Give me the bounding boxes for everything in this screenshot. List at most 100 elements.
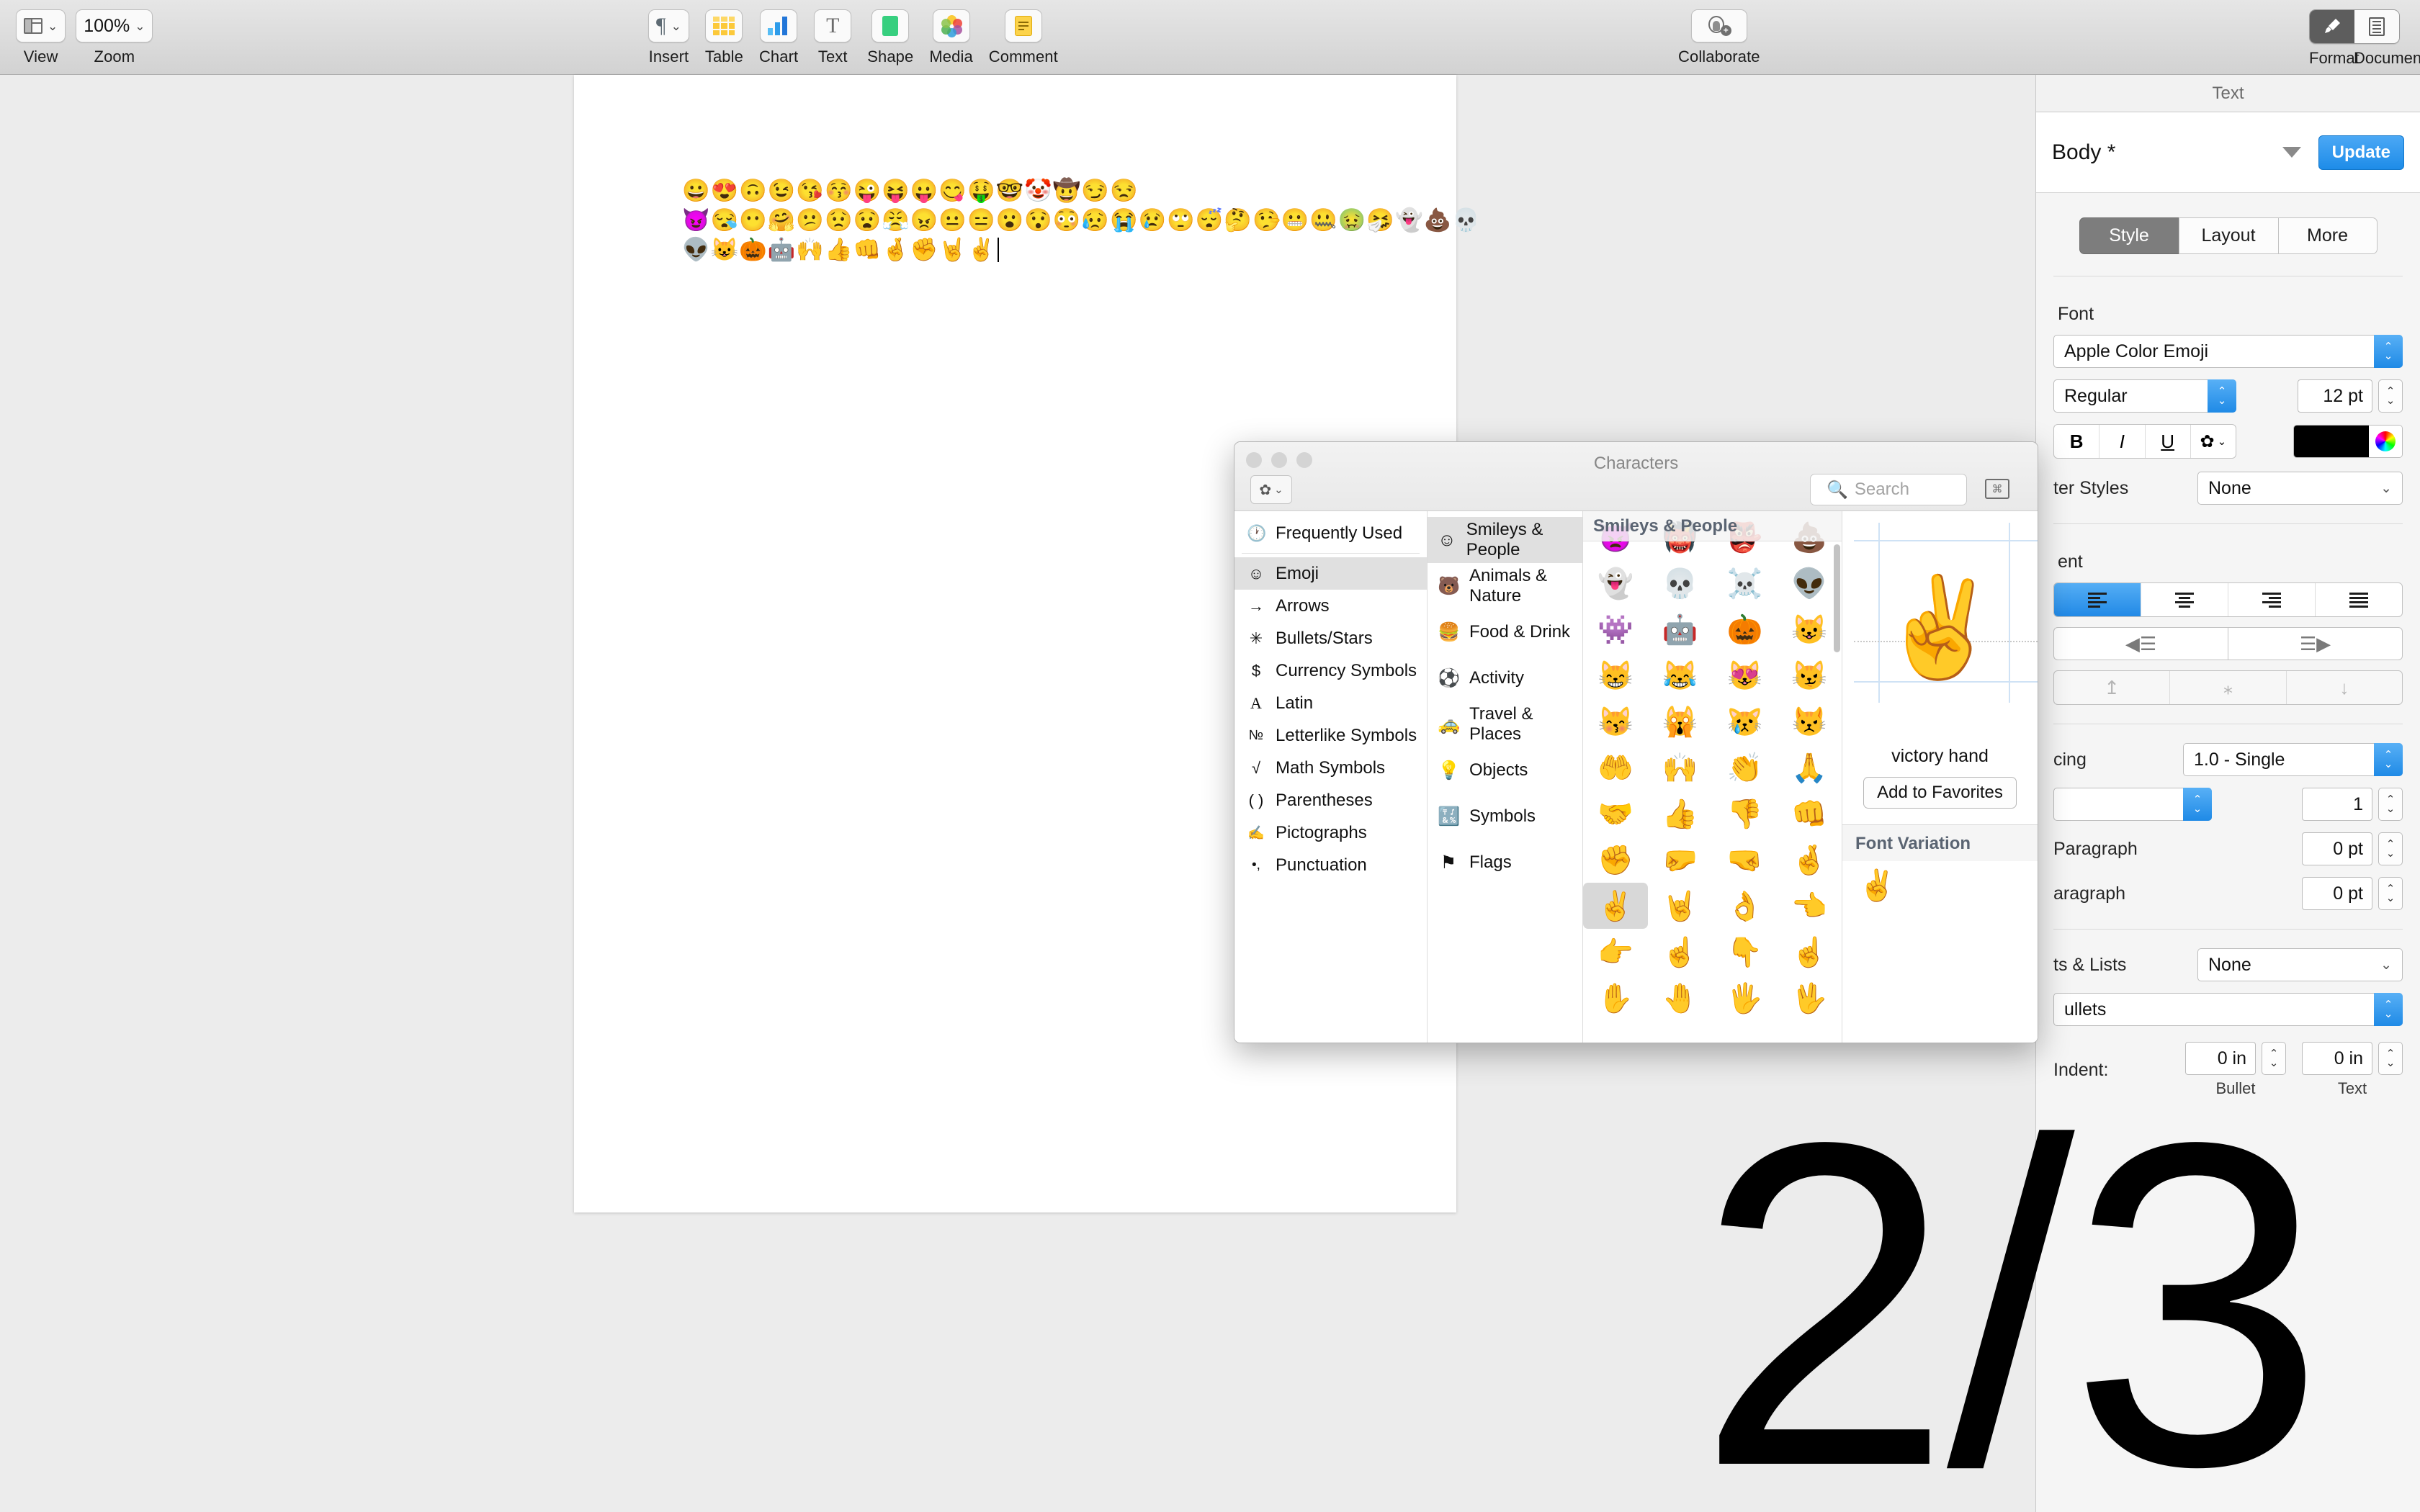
chevron-down-icon[interactable]	[2282, 147, 2301, 158]
emoji-cell[interactable]: 👍	[1648, 791, 1713, 837]
search-input[interactable]: 🔍 Search	[1810, 474, 1967, 505]
emoji-cell[interactable]: ☠️	[1713, 560, 1778, 606]
indent-button[interactable]: ☰▶	[2228, 627, 2403, 660]
category-list[interactable]: 🕐 Frequently Used ☺ Emoji → Arrows ✳ Bul…	[1234, 511, 1428, 1043]
subcategory-activity[interactable]: ⚽ Activity	[1428, 655, 1582, 701]
emoji-cell[interactable]: 🙌	[1648, 744, 1713, 791]
spacing-amount-stepper[interactable]: ⌃⌄	[2378, 788, 2403, 821]
chart-button[interactable]	[760, 9, 797, 42]
spacing-mode-select[interactable]: ⌃⌄	[2053, 788, 2212, 821]
text-indent-stepper[interactable]: ⌃⌄	[2378, 1042, 2403, 1075]
media-button-item[interactable]: Media	[929, 0, 972, 66]
category-math-symbols[interactable]: √ Math Symbols	[1234, 752, 1427, 784]
subcategory-food-drink[interactable]: 🍔 Food & Drink	[1428, 609, 1582, 655]
subcategory-smileys-people[interactable]: ☺ Smileys & People	[1428, 517, 1582, 563]
emoji-cell[interactable]: 💀	[1648, 560, 1713, 606]
document-text-body[interactable]: 😀😍🙃😉😘😚😜😝😛😋🤑🤓🤡🤠😏😒 😈😪😶🤗😕😟😧😤😠😐😑😮😯😳😥😭😢🙄😴🤔🤥😬🤐…	[682, 176, 1402, 264]
align-middle-button[interactable]: ⁎	[2170, 671, 2286, 704]
underline-button[interactable]: U	[2146, 425, 2191, 458]
text-color-swatch[interactable]	[2294, 426, 2369, 457]
view-button[interactable]: ⌄	[16, 9, 66, 42]
zoom-button[interactable]: 100% ⌄	[76, 9, 153, 42]
font-options-button[interactable]: ✿⌄	[2191, 425, 2236, 458]
align-left-button[interactable]	[2054, 583, 2141, 616]
emoji-cell[interactable]: ✊	[1583, 837, 1648, 883]
before-paragraph-stepper[interactable]: ⌃⌄	[2378, 832, 2403, 865]
emoji-cell[interactable]: 👎	[1713, 791, 1778, 837]
action-gear-button[interactable]: ✿ ⌄	[1250, 475, 1292, 504]
emoji-cell[interactable]: 😼	[1777, 652, 1842, 698]
emoji-cell[interactable]: 😻	[1713, 652, 1778, 698]
emoji-cell[interactable]: 🙏	[1777, 744, 1842, 791]
add-to-favorites-button[interactable]: Add to Favorites	[1863, 777, 2017, 809]
subcategory-flags[interactable]: ⚑ Flags	[1428, 840, 1582, 886]
font-weight-select[interactable]: Regular ⌃⌄	[2053, 379, 2236, 413]
emoji-cell[interactable]: 😸	[1583, 652, 1648, 698]
collaborate-button-item[interactable]: + Collaborate	[1678, 0, 1760, 66]
emoji-cell[interactable]: 🙀	[1648, 698, 1713, 744]
text-color-control[interactable]	[2293, 425, 2403, 458]
emoji-cell[interactable]: 😺	[1777, 606, 1842, 652]
insert-button-item[interactable]: ¶ ⌄ Insert	[648, 0, 689, 66]
tab-more[interactable]: More	[2278, 217, 2378, 254]
view-button-item[interactable]: ⌄ View	[16, 0, 66, 66]
table-button-item[interactable]: Table	[705, 0, 743, 66]
shape-button-item[interactable]: Shape	[867, 0, 913, 66]
category-currency-symbols[interactable]: $ Currency Symbols	[1234, 654, 1427, 687]
emoji-grid[interactable]: 👿👹👺💩👻💀☠️👽👾🤖🎃😺😸😹😻😼😽🙀😿😾🤲🙌👏🙏🤝👍👎👊✊🤛🤜🤞✌️🤘👌👈👉☝…	[1583, 514, 1842, 1021]
emoji-cell[interactable]: ☝️	[1648, 929, 1713, 975]
stepper-icon[interactable]: ⌃⌄	[2374, 743, 2403, 776]
zoom-button-item[interactable]: 100% ⌄ Zoom	[76, 0, 153, 66]
emoji-cell[interactable]: 😹	[1648, 652, 1713, 698]
category-bullets-stars[interactable]: ✳ Bullets/Stars	[1234, 622, 1427, 654]
emoji-cell[interactable]: 🎃	[1713, 606, 1778, 652]
emoji-cell[interactable]: 😾	[1777, 698, 1842, 744]
align-justify-button[interactable]	[2316, 583, 2402, 616]
document-tab-button[interactable]	[2354, 10, 2399, 43]
category-pictographs[interactable]: ✍ Pictographs	[1234, 816, 1427, 849]
after-paragraph-stepper[interactable]: ⌃⌄	[2378, 877, 2403, 910]
font-variation-list[interactable]: ✌️	[1842, 861, 2038, 1043]
color-wheel-button[interactable]	[2369, 426, 2402, 457]
comment-button-item[interactable]: Comment	[989, 0, 1058, 66]
shape-button[interactable]	[871, 9, 909, 42]
font-size-field[interactable]: 12 pt	[2298, 379, 2372, 413]
align-bottom-button[interactable]: ↓	[2287, 671, 2402, 704]
emoji-cell[interactable]: 👾	[1583, 606, 1648, 652]
align-center-button[interactable]	[2141, 583, 2228, 616]
emoji-cell[interactable]: 🤞	[1777, 837, 1842, 883]
chart-button-item[interactable]: Chart	[759, 0, 798, 66]
spacing-amount-field[interactable]: 1	[2302, 788, 2372, 821]
before-paragraph-field[interactable]: 0 pt	[2302, 832, 2372, 865]
emoji-cell[interactable]: 🤚	[1648, 975, 1713, 1021]
emoji-cell[interactable]: 👌	[1713, 883, 1778, 929]
emoji-cell[interactable]: 👻	[1583, 560, 1648, 606]
category-punctuation[interactable]: •, Punctuation	[1234, 849, 1427, 881]
emoji-cell[interactable]: 👇	[1713, 929, 1778, 975]
emoji-cell[interactable]: 🤝	[1583, 791, 1648, 837]
category-arrows[interactable]: → Arrows	[1234, 590, 1427, 622]
category-parentheses[interactable]: ( ) Parentheses	[1234, 784, 1427, 816]
align-top-button[interactable]: ↥	[2054, 671, 2170, 704]
alignment-buttons[interactable]	[2053, 582, 2403, 617]
align-right-button[interactable]	[2228, 583, 2316, 616]
emoji-cell[interactable]: 👉	[1583, 929, 1648, 975]
italic-button[interactable]: I	[2099, 425, 2145, 458]
emoji-cell[interactable]: 😽	[1583, 698, 1648, 744]
emoji-cell[interactable]: 🤜	[1713, 837, 1778, 883]
emoji-cell[interactable]: ☝️	[1777, 929, 1842, 975]
stepper-icon[interactable]: ⌃⌄	[2374, 993, 2403, 1026]
emoji-cell[interactable]: 🤘	[1648, 883, 1713, 929]
category-letterlike-symbols[interactable]: № Letterlike Symbols	[1234, 719, 1427, 752]
category-latin[interactable]: A Latin	[1234, 687, 1427, 719]
font-family-select[interactable]: Apple Color Emoji ⌃⌄	[2053, 335, 2403, 368]
emoji-cell[interactable]: 🤲	[1583, 744, 1648, 791]
stepper-icon[interactable]: ⌃⌄	[2374, 335, 2403, 368]
subcategory-objects[interactable]: 💡 Objects	[1428, 747, 1582, 793]
subcategory-travel-places[interactable]: 🚕 Travel & Places	[1428, 701, 1582, 747]
keyboard-viewer-button[interactable]: ⌘	[1981, 474, 2013, 504]
emoji-cell[interactable]: ✋	[1583, 975, 1648, 1021]
emoji-cell[interactable]: 🖐	[1713, 975, 1778, 1021]
inspector-mode-segment[interactable]	[2309, 9, 2400, 44]
vertical-align-buttons[interactable]: ↥ ⁎ ↓	[2053, 670, 2403, 705]
